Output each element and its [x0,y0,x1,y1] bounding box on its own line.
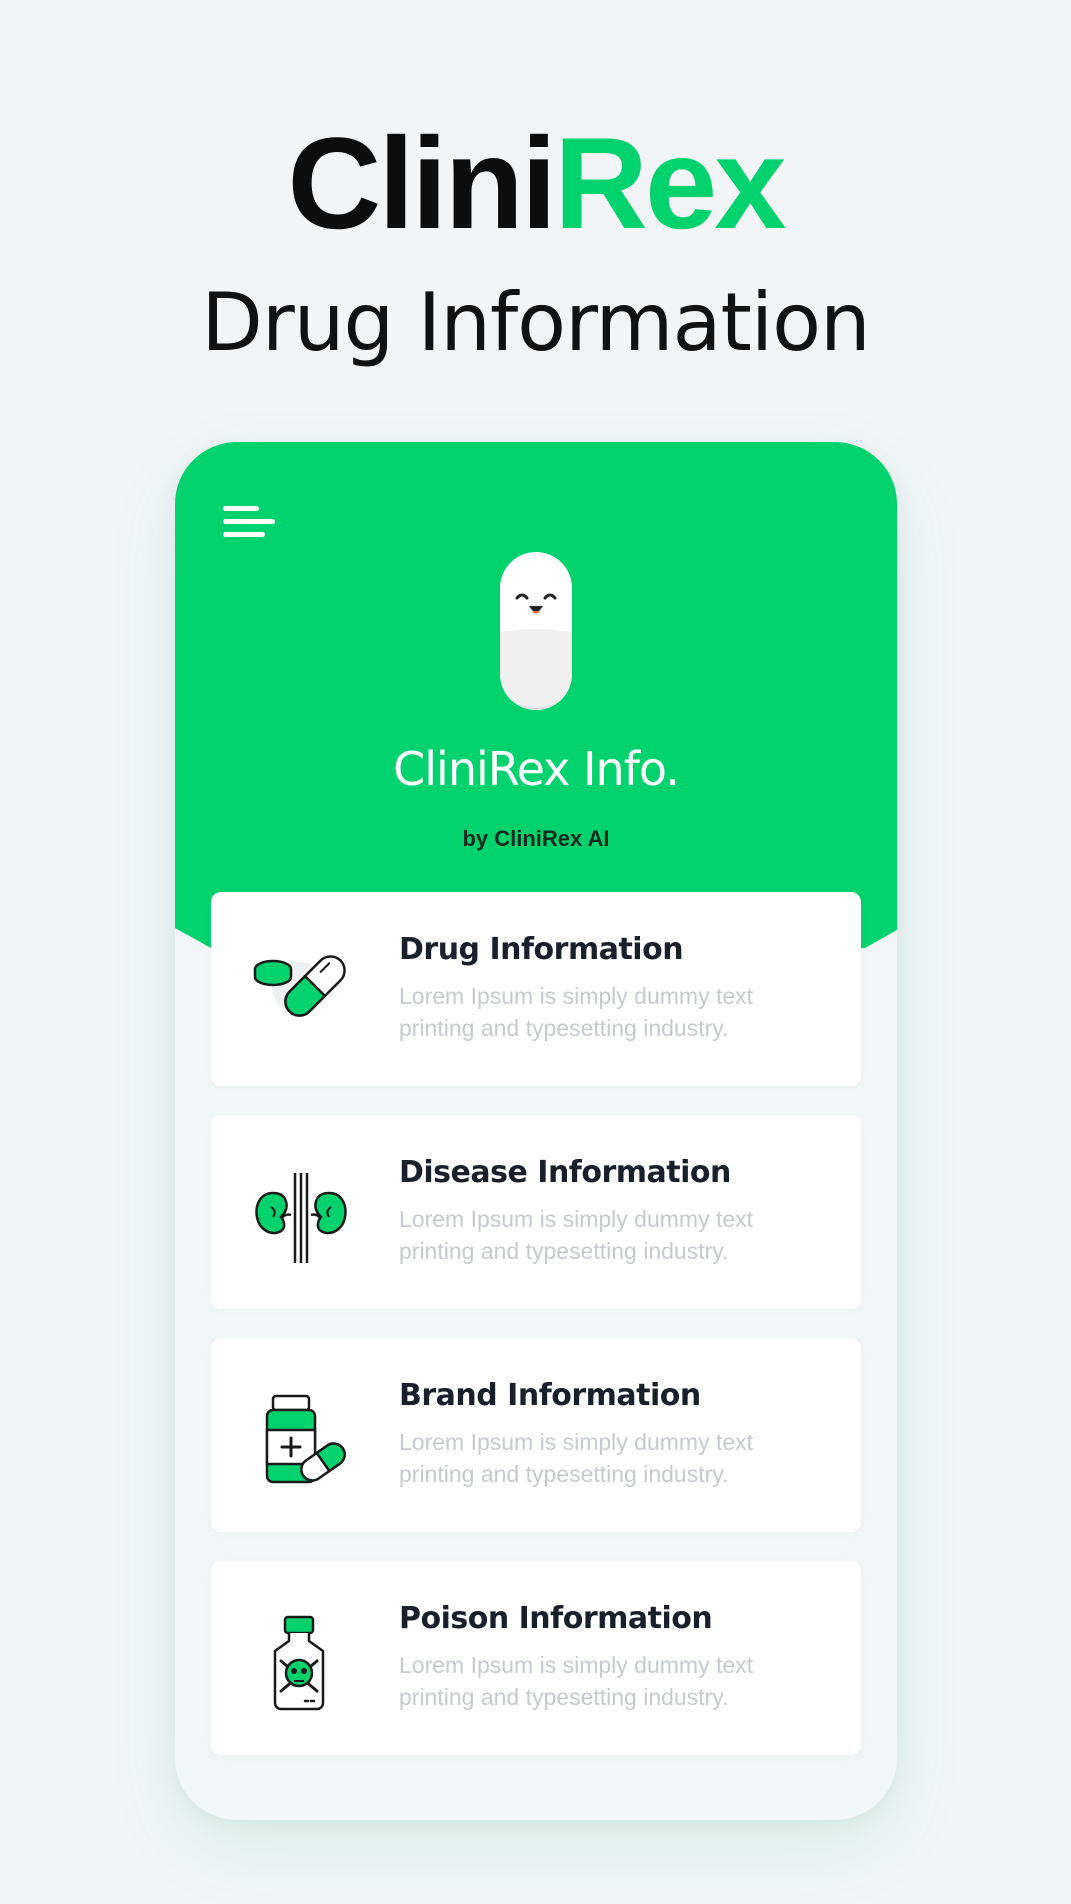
phone-screen: CliniRex Info. by CliniRex AI Drug Infor… [175,442,897,1820]
card-title: Disease Information [399,1155,731,1190]
page-headline: Drug Information [201,276,871,369]
card-title: Drug Information [399,932,684,967]
card-disease-information[interactable]: Disease Information Lorem Ipsum is simpl… [211,1115,861,1309]
brand-logo: CliniRex [0,118,1071,248]
card-description: Lorem Ipsum is simply dummy text printin… [399,1206,754,1264]
poison-bottle-icon [251,1613,351,1713]
card-title: Brand Information [399,1378,701,1413]
pills-capsule-icon [251,944,351,1044]
card-description: Lorem Ipsum is simply dummy text printin… [399,983,754,1041]
app-title: CliniRex Info. [393,742,680,796]
card-title: Poison Information [399,1601,713,1636]
card-description: Lorem Ipsum is simply dummy text printin… [399,1652,754,1710]
brand-name-part2: Rex [554,110,786,256]
hamburger-menu-icon[interactable] [221,502,277,542]
medicine-bottle-icon [251,1390,351,1490]
card-description: Lorem Ipsum is simply dummy text printin… [399,1429,754,1487]
card-drug-information[interactable]: Drug Information Lorem Ipsum is simply d… [211,892,861,1086]
brand-name-part1: Clini [287,110,557,256]
smiling-pill-mascot-icon [500,552,572,710]
card-poison-information[interactable]: Poison Information Lorem Ipsum is simply… [211,1561,861,1755]
app-header: CliniRex Info. by CliniRex AI [175,442,897,952]
kidneys-icon [251,1167,351,1267]
card-brand-information[interactable]: Brand Information Lorem Ipsum is simply … [211,1338,861,1532]
app-byline: by CliniRex AI [462,826,610,851]
